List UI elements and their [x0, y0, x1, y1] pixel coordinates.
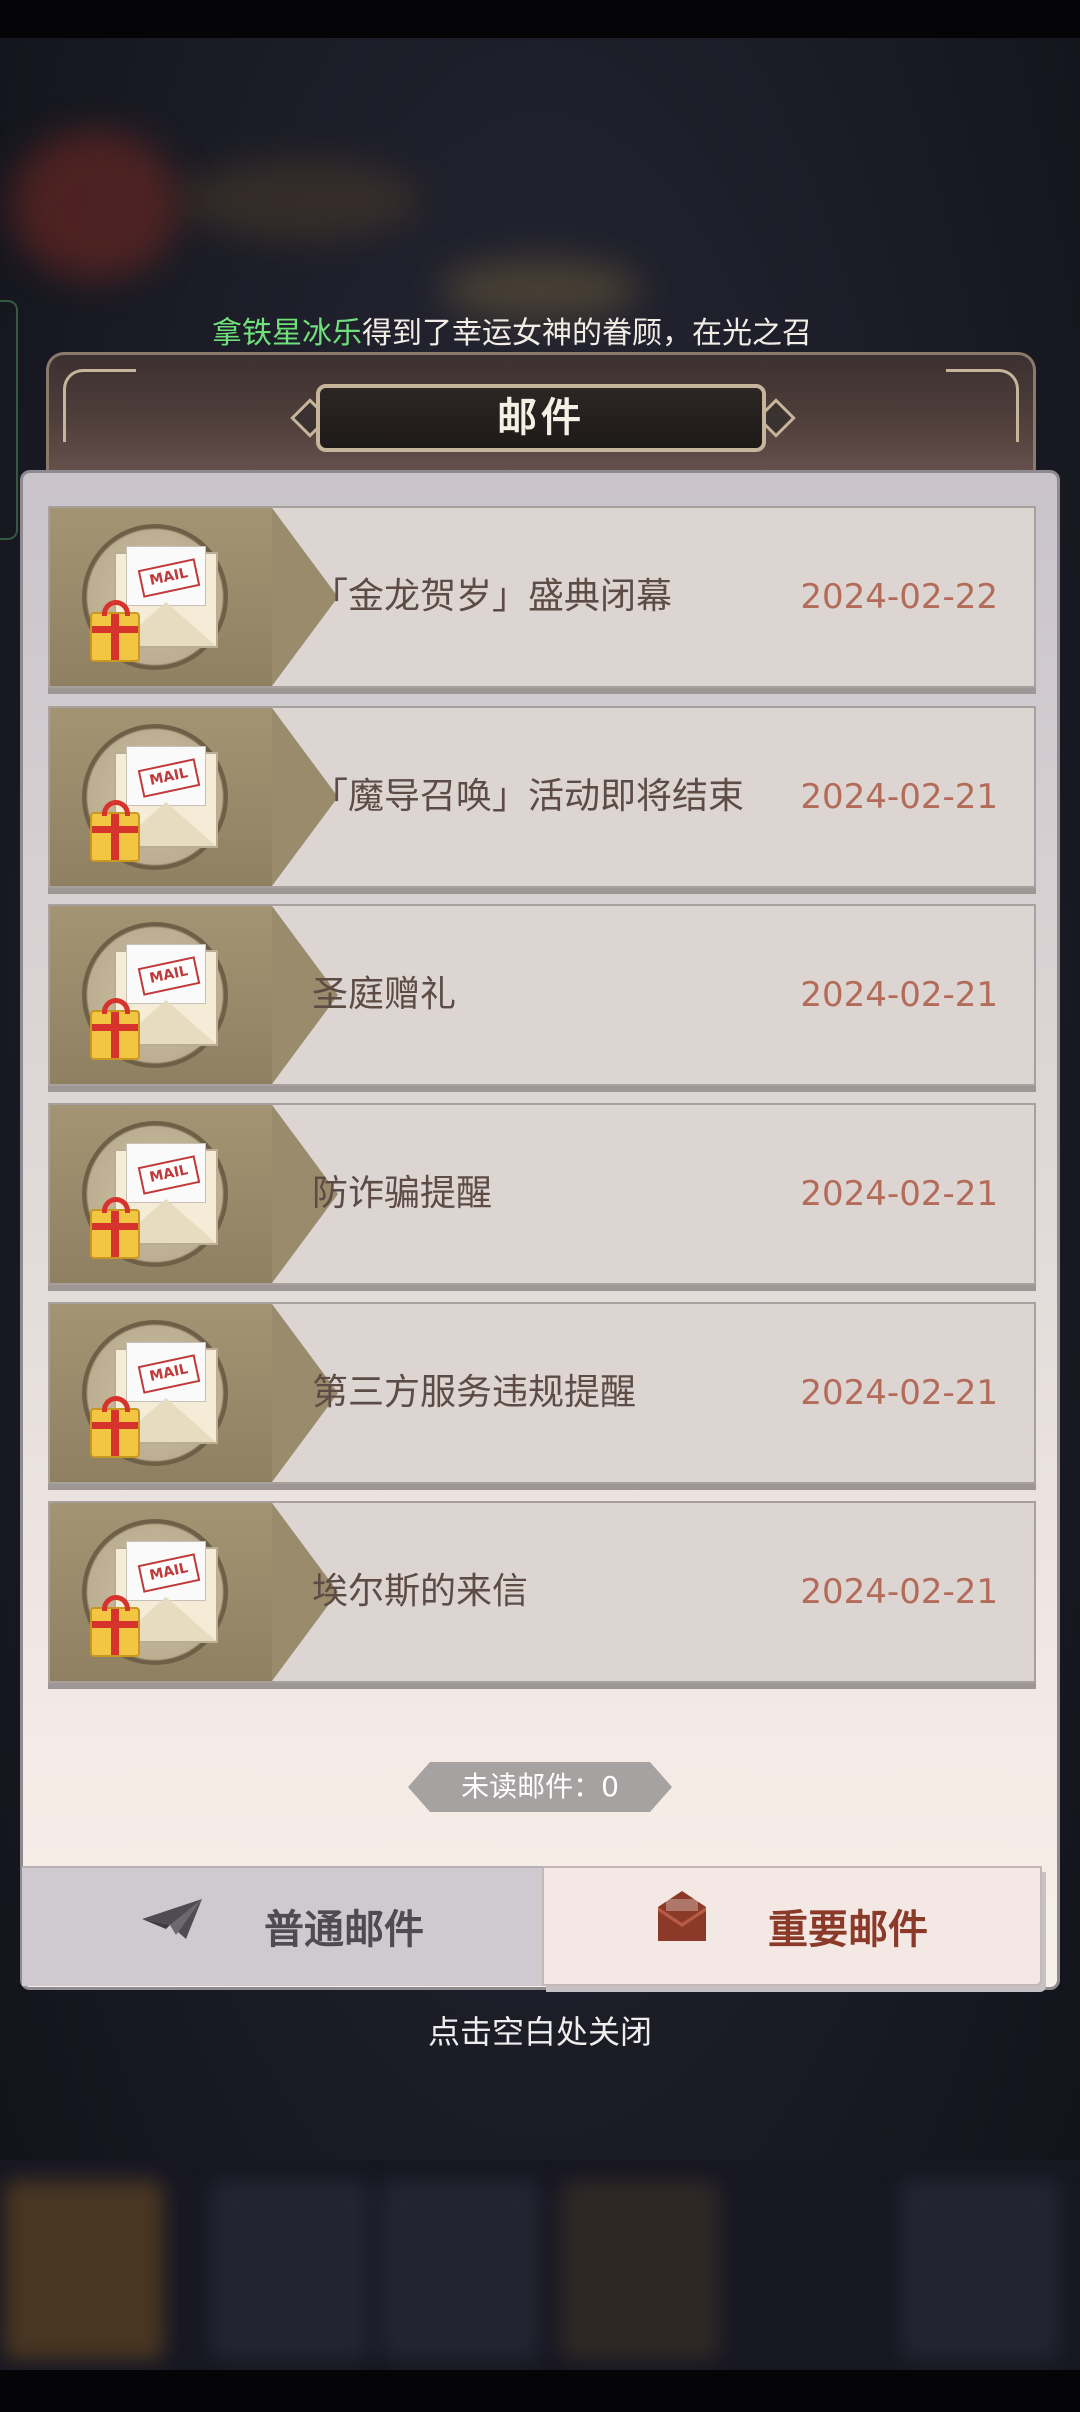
- unread-count-badge: 未读邮件：0: [408, 1762, 672, 1812]
- mail-date: 2024-02-21: [800, 1572, 998, 1612]
- gift-icon: [90, 1396, 140, 1458]
- gift-icon: [90, 1197, 140, 1259]
- mail-date: 2024-02-21: [800, 1174, 998, 1214]
- gift-icon: [90, 1595, 140, 1657]
- tab-normal-mail[interactable]: 普通邮件: [22, 1866, 542, 1986]
- mail-icon-box: MAIL: [50, 906, 272, 1084]
- background-menu-tile: [210, 2180, 370, 2360]
- background-banner: [180, 160, 420, 240]
- status-bar: [0, 0, 1080, 38]
- background-menu-tile: [900, 2180, 1060, 2360]
- mail-title: 圣庭赠礼: [312, 974, 457, 1015]
- paper-plane-icon: [140, 1870, 204, 1990]
- announcement-message: 得到了幸运女神的眷顾，在光之召: [362, 316, 812, 351]
- header-ornament-left: [63, 369, 136, 442]
- mail-icon-box: MAIL: [50, 1105, 272, 1283]
- mail-date: 2024-02-21: [800, 777, 998, 817]
- mail-item[interactable]: MAIL 圣庭赠礼 2024-02-21: [48, 904, 1036, 1086]
- mail-item[interactable]: MAIL 「金龙贺岁」盛典闭幕 2024-02-22: [48, 506, 1036, 688]
- close-hint[interactable]: 点击空白处关闭: [0, 2004, 1080, 2060]
- mail-icon-box: MAIL: [50, 1304, 272, 1482]
- mail-item[interactable]: MAIL 「魔导召唤」活动即将结束 2024-02-21: [48, 706, 1036, 888]
- gift-icon: [90, 998, 140, 1060]
- mail-date: 2024-02-22: [800, 577, 998, 617]
- background-menu-tile: [380, 2180, 540, 2360]
- navigation-bar: [0, 2370, 1080, 2412]
- mail-icon-box: MAIL: [50, 1503, 272, 1681]
- background-menu-tile: [4, 2180, 164, 2360]
- header-ornament-right: [946, 369, 1019, 442]
- mail-icon-box: MAIL: [50, 508, 272, 686]
- tab-normal-label: 普通邮件: [263, 1907, 424, 1953]
- mail-date: 2024-02-21: [800, 975, 998, 1015]
- announcement-player-name: 拿铁星冰乐: [212, 316, 362, 351]
- dialog-title: 邮件: [316, 384, 766, 452]
- mail-title: 「金龙贺岁」盛典闭幕: [312, 576, 673, 617]
- background-menu-tile: [560, 2180, 720, 2360]
- mail-item[interactable]: MAIL 埃尔斯的来信 2024-02-21: [48, 1501, 1036, 1683]
- mail-title: 埃尔斯的来信: [312, 1571, 529, 1612]
- envelope-icon: [656, 1870, 708, 1990]
- mail-item[interactable]: MAIL 防诈骗提醒 2024-02-21: [48, 1103, 1036, 1285]
- mail-item[interactable]: MAIL 第三方服务违规提醒 2024-02-21: [48, 1302, 1036, 1484]
- tab-important-label: 重要邮件: [767, 1907, 928, 1953]
- gift-icon: [90, 800, 140, 862]
- mail-date: 2024-02-21: [800, 1373, 998, 1413]
- background-avatar: [10, 130, 180, 280]
- gift-icon: [90, 600, 140, 662]
- side-tab[interactable]: [0, 300, 18, 540]
- mail-title: 第三方服务违规提醒: [312, 1372, 637, 1413]
- mail-title: 防诈骗提醒: [312, 1173, 493, 1214]
- tab-important-mail[interactable]: 重要邮件: [542, 1866, 1042, 1986]
- mail-icon-box: MAIL: [50, 708, 272, 886]
- mail-title: 「魔导召唤」活动即将结束: [312, 776, 745, 817]
